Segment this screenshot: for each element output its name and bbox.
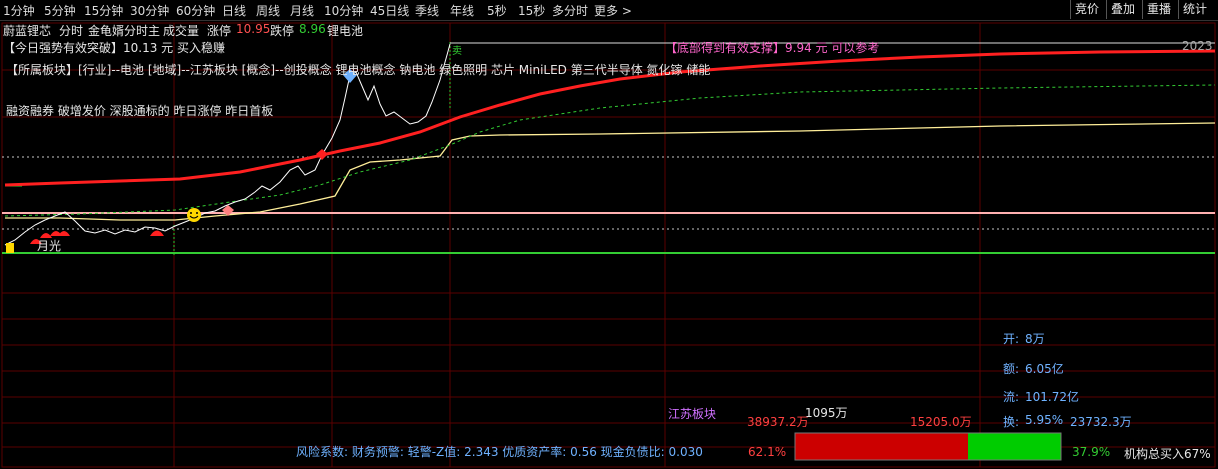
period-5sec[interactable]: 5秒: [487, 2, 507, 19]
sell-volume-bar: [968, 433, 1061, 460]
period-more[interactable]: 更多 >: [594, 2, 632, 19]
support-signal: 【底部得到有效支撑】9.94 元 可以参考: [665, 41, 880, 55]
period-yearly[interactable]: 年线: [450, 2, 474, 19]
period-45day[interactable]: 45日线: [370, 2, 409, 19]
auction-button[interactable]: 竞价: [1070, 0, 1103, 19]
period-quarterly[interactable]: 季线: [415, 2, 439, 19]
overlay-button[interactable]: 叠加: [1106, 0, 1139, 19]
float-label: 流:: [1003, 390, 1020, 404]
turnover-label: 换:: [1003, 415, 1020, 429]
tab-indicator[interactable]: 金龟婿分时主: [88, 22, 160, 39]
breakout-signal: 【今日强势有效突破】10.13 元 买入稳赚: [3, 41, 225, 55]
stock-name[interactable]: 蔚蓝锂芯: [3, 22, 51, 39]
vertical-grid: [173, 23, 981, 467]
tab-intraday[interactable]: 分时: [59, 22, 83, 39]
period-10min[interactable]: 10分钟: [324, 2, 363, 19]
period-15min[interactable]: 15分钟: [84, 2, 123, 19]
limit-up-value: 10.95: [236, 22, 271, 36]
buy-marker-icon: [150, 230, 164, 236]
period-5min[interactable]: 5分钟: [44, 2, 76, 19]
concept-label: 锂电池: [327, 24, 364, 38]
period-30min[interactable]: 30分钟: [130, 2, 169, 19]
period-monthly[interactable]: 月线: [290, 2, 314, 19]
smiley-icon: [187, 208, 201, 222]
amount-value: 6.05亿: [1025, 362, 1064, 376]
period-1min[interactable]: 1分钟: [3, 2, 35, 19]
start-marker: [6, 243, 14, 253]
period-15sec[interactable]: 15秒: [518, 2, 545, 19]
sell-marker: 卖: [452, 46, 462, 57]
buy-volume-bar: [795, 433, 968, 460]
turnover-amount: 23732.3万: [1070, 415, 1132, 429]
margin-info: 融资融券 破增发价 深股通标的 昨日涨停 昨日首板: [6, 104, 274, 118]
stats-button[interactable]: 统计: [1178, 0, 1211, 19]
risk-info: 风险系数: 财务预警: 轻警-Z值: 2.343 优质资产率: 0.56 现金负…: [296, 445, 703, 459]
moon-label: 月光: [37, 239, 62, 253]
amount-label: 额:: [1003, 362, 1020, 376]
limit-up-label: 涨停: [207, 24, 232, 38]
institution-buy: 机构总买入67%: [1124, 447, 1211, 461]
replay-button[interactable]: 重播: [1142, 0, 1175, 19]
diamond-icon: [316, 149, 328, 160]
turnover-pct: 5.95%: [1025, 413, 1064, 427]
sell-amount: 15205.0万: [910, 415, 972, 429]
period-weekly[interactable]: 周线: [256, 2, 280, 19]
buy-pct: 62.1%: [748, 445, 787, 459]
period-60min[interactable]: 60分钟: [176, 2, 215, 19]
sector-label: 江苏板块: [668, 407, 717, 421]
period-multi-time[interactable]: 多分时: [552, 2, 588, 19]
avg-price-line: [5, 122, 1216, 221]
year-label: 2023: [1182, 39, 1213, 53]
open-value: 8万: [1025, 332, 1045, 346]
sell-pct: 37.9%: [1072, 445, 1111, 459]
tab-volume[interactable]: 成交量: [163, 22, 199, 39]
float-value: 101.72亿: [1025, 390, 1079, 404]
period-daily[interactable]: 日线: [222, 2, 246, 19]
sector-list: 【所属板块】[行业]--电池 [地域]--江苏板块 [概念]--创投概念 锂电池…: [6, 63, 711, 77]
buy-amount: 38937.2万: [747, 415, 809, 429]
limit-down-label: 跌停: [270, 24, 295, 38]
open-label: 开:: [1003, 332, 1020, 346]
limit-down-value: 8.96: [299, 22, 326, 36]
buy-marker-icon: [58, 231, 70, 236]
mid-amount: 1095万: [805, 406, 848, 420]
period-toolbar: 1分钟 5分钟 15分钟 30分钟 60分钟 日线 周线 月线 10分钟 45日…: [0, 0, 1218, 21]
